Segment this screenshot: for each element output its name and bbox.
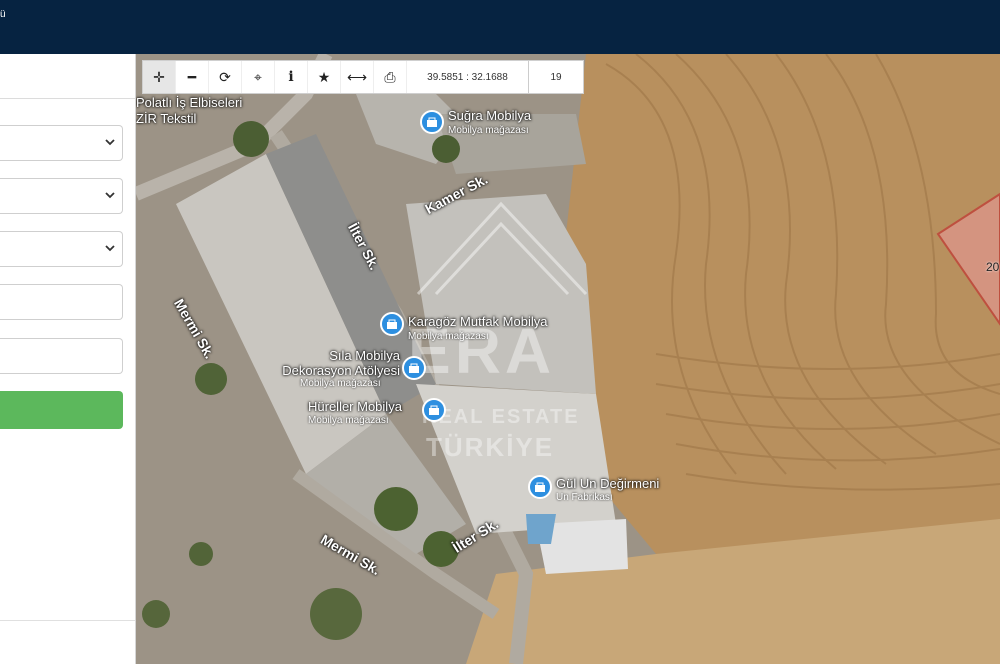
select-3[interactable] — [0, 231, 123, 267]
map-view[interactable]: ERA REAL ESTATE TÜRKİYE Polatlı İş Elbis… — [136, 54, 1000, 664]
print-button[interactable]: ⎙ — [374, 61, 407, 93]
divider — [0, 620, 135, 621]
print-icon: ⎙ — [384, 68, 396, 85]
sidebar-panel — [0, 54, 136, 664]
zoom-out-button[interactable]: ━ — [176, 61, 209, 93]
select-2[interactable] — [0, 178, 123, 214]
place-label: Suğra Mobilya — [448, 108, 532, 123]
coordinate-readout: 39.5851 : 32.1688 — [407, 61, 529, 93]
sidebar-header — [0, 54, 135, 99]
measure-icon: ⟷ — [346, 68, 368, 85]
store-pin-icon[interactable] — [380, 312, 404, 336]
favorite-button[interactable]: ★ — [308, 61, 341, 93]
place-label: ZİR Tekstil — [136, 111, 197, 126]
text-input-1[interactable] — [0, 284, 123, 320]
refresh-icon: ⟳ — [219, 68, 231, 85]
place-category: Mobilya mağazası — [448, 125, 529, 136]
place-category: Mobilya mağazası — [308, 415, 389, 426]
place-label: Polatlı İş Elbiseleri — [136, 95, 243, 110]
place-category: Mobilya mağazası — [408, 331, 489, 342]
place-label: Karagöz Mutfak Mobilya — [408, 314, 548, 329]
parcel-label: 20 — [986, 260, 1000, 274]
watermark-line2: TÜRKİYE — [426, 432, 555, 462]
place-label: Gül Un Değirmeni — [556, 476, 660, 491]
store-pin-icon[interactable] — [422, 398, 446, 422]
place-category: Un Fabrikası — [556, 492, 613, 503]
chevron-down-icon — [105, 192, 115, 199]
measure-button[interactable]: ⟷ — [341, 61, 374, 93]
select-1[interactable] — [0, 125, 123, 161]
pan-button[interactable]: ✛ — [143, 61, 176, 93]
refresh-button[interactable]: ⟳ — [209, 61, 242, 93]
pan-icon: ✛ — [153, 68, 165, 85]
submit-button[interactable] — [0, 391, 123, 429]
info-button[interactable]: i — [275, 61, 308, 93]
map-toolbar: ✛ ━ ⟳ ⌖ i ★ ⟷ ⎙ 39.5851 : 32.1688 19 — [142, 60, 584, 94]
locate-icon: ⌖ — [254, 68, 262, 85]
text-input-2[interactable] — [0, 338, 123, 374]
locate-button[interactable]: ⌖ — [242, 61, 275, 93]
app-title: ü — [0, 9, 6, 20]
store-pin-icon[interactable] — [402, 356, 426, 380]
place-label: Sıla Mobilya Dekorasyon Atölyesi — [282, 348, 400, 378]
chevron-down-icon — [105, 139, 115, 146]
factory-pin-icon[interactable] — [528, 475, 552, 499]
favorite-icon: ★ — [317, 68, 331, 85]
chevron-down-icon — [105, 245, 115, 252]
place-category: Mobilya mağazası — [300, 378, 381, 389]
place-label: Hüreller Mobilya — [308, 399, 402, 414]
zoom-level-readout: 19 — [550, 71, 562, 83]
store-pin-icon[interactable] — [420, 110, 444, 134]
info-icon: i — [288, 69, 294, 85]
top-bar: ü — [0, 0, 1000, 54]
zoom-out-icon: ━ — [187, 68, 197, 85]
